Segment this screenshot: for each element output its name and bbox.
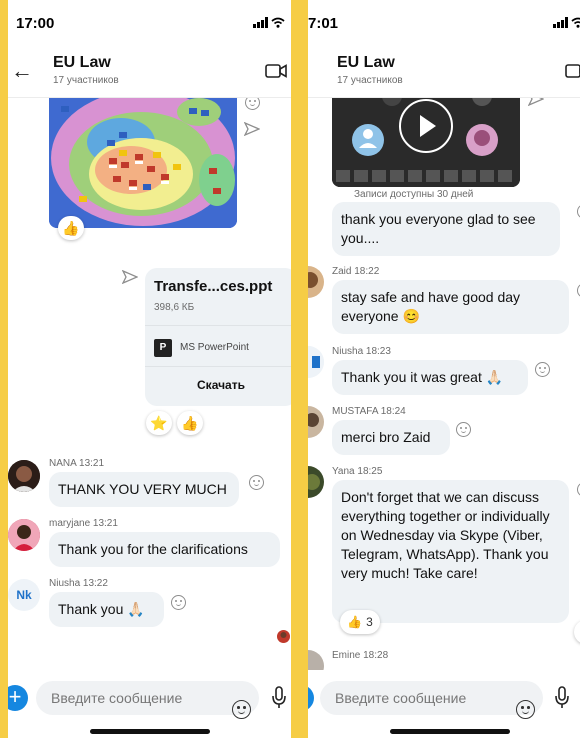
- sender-name: Zaid 18:22: [332, 266, 380, 277]
- divider: [145, 325, 291, 326]
- video-call-icon[interactable]: [565, 64, 580, 78]
- reaction-like[interactable]: 👍: [58, 216, 84, 240]
- message-bubble[interactable]: Thank you 🙏🏻: [49, 592, 164, 627]
- message-bubble[interactable]: Don't forget that we can discuss everyth…: [332, 480, 569, 623]
- avatar[interactable]: [8, 460, 40, 492]
- message-input[interactable]: Введите сообщение: [36, 681, 259, 719]
- signal-icon: [553, 17, 568, 28]
- chat-title[interactable]: EU Law: [53, 54, 111, 72]
- plus-icon[interactable]: +: [308, 685, 314, 711]
- reaction-like[interactable]: 👍: [177, 411, 203, 435]
- message-input[interactable]: Введите сообщение: [320, 681, 543, 719]
- status-bar: 17:00: [8, 0, 291, 44]
- message-list[interactable]: Записи доступны 30 дней thank you everyo…: [308, 98, 580, 670]
- add-reaction-icon[interactable]: [171, 595, 186, 610]
- chat-header: EU Law 17 участников: [308, 44, 580, 98]
- avatar[interactable]: Nk: [8, 579, 40, 611]
- sender-name: Niusha 18:23: [332, 346, 391, 357]
- chat-title[interactable]: EU Law: [337, 54, 395, 72]
- file-attachment[interactable]: Transfe...ces.ppt 398,6 КБ P MS PowerPoi…: [145, 268, 291, 406]
- wifi-icon: [571, 17, 580, 28]
- home-indicator: [389, 729, 510, 734]
- avatar[interactable]: [308, 266, 324, 298]
- reaction-star[interactable]: ⭐: [146, 411, 172, 435]
- avatar[interactable]: [308, 650, 324, 670]
- participants-count[interactable]: 17 участников: [53, 75, 119, 86]
- avatar[interactable]: [308, 406, 324, 438]
- message-bubble[interactable]: merci bro Zaid: [332, 420, 450, 455]
- add-reaction-icon[interactable]: [245, 98, 260, 110]
- message-list[interactable]: 👍 Transfe...ces.ppt 398,6 КБ P MS PowerP…: [8, 98, 291, 670]
- sender-name: Niusha 13:22: [49, 578, 108, 589]
- download-button[interactable]: Скачать: [145, 378, 291, 392]
- divider: [145, 366, 291, 367]
- avatar[interactable]: [308, 466, 324, 498]
- home-indicator: [89, 729, 210, 734]
- message-input-placeholder: Введите сообщение: [51, 690, 183, 706]
- status-bar: 7:01: [308, 0, 580, 44]
- video-thumbnail: [332, 98, 520, 187]
- add-reaction-icon[interactable]: [249, 475, 264, 490]
- left-screen: 17:00 ← EU Law 17 участников 👍 Transfe..…: [8, 0, 291, 738]
- avatar-photo: [8, 460, 40, 492]
- microphone-icon[interactable]: [271, 686, 287, 710]
- forward-icon[interactable]: [244, 122, 260, 136]
- call-recording-video[interactable]: [332, 98, 520, 187]
- add-reaction-icon[interactable]: [456, 422, 471, 437]
- recording-caption: Записи доступны 30 дней: [354, 189, 474, 200]
- message-bubble[interactable]: thank you everyone glad to see you....: [332, 202, 560, 256]
- back-arrow-icon[interactable]: ←: [11, 58, 33, 84]
- message-bubble[interactable]: Thank you it was great 🙏🏻: [332, 360, 528, 395]
- add-reaction-icon[interactable]: [535, 362, 550, 377]
- status-time: 7:01: [308, 15, 339, 32]
- chat-header: ← EU Law 17 участников: [8, 44, 291, 98]
- reaction-like-emoji: 👍: [347, 615, 363, 629]
- forward-icon[interactable]: [528, 98, 544, 106]
- status-time: 17:00: [16, 15, 55, 32]
- sender-name: NANA 13:21: [49, 458, 105, 469]
- venn-diagram-image: [49, 98, 237, 228]
- file-app-label: MS PowerPoint: [180, 342, 249, 353]
- avatar-photo: [308, 650, 324, 670]
- sender-name: Emine 18:28: [332, 650, 389, 661]
- sender-name: MUSTAFA 18:24: [332, 406, 406, 417]
- signal-icon: [253, 17, 268, 28]
- reaction-count[interactable]: 👍 3: [340, 610, 380, 634]
- composer: + Введите сообщение: [308, 670, 580, 738]
- message-bubble[interactable]: THANK YOU VERY MUCH: [49, 472, 239, 507]
- avatar-photo: [308, 266, 324, 298]
- read-receipt-avatar: [277, 630, 290, 643]
- avatar[interactable]: [8, 519, 40, 551]
- file-size: 398,6 КБ: [154, 302, 195, 313]
- message-bubble[interactable]: stay safe and have good day everyone 😊: [332, 280, 569, 334]
- smiley-icon[interactable]: [516, 700, 535, 719]
- smiley-icon[interactable]: [232, 700, 251, 719]
- forward-icon[interactable]: [122, 270, 138, 284]
- message-input-placeholder: Введите сообщение: [335, 690, 467, 706]
- sender-name: maryjane 13:21: [49, 518, 118, 529]
- avatar-photo: [8, 519, 40, 551]
- reaction-count-number: 3: [366, 615, 373, 629]
- wifi-icon: [271, 17, 285, 28]
- powerpoint-icon: P: [154, 339, 172, 357]
- composer: + Введите сообщение: [8, 670, 291, 738]
- video-call-icon[interactable]: [265, 64, 287, 78]
- status-icons: [253, 17, 285, 28]
- participants-count[interactable]: 17 участников: [337, 75, 403, 86]
- scroll-button[interactable]: [574, 620, 580, 644]
- message-bubble[interactable]: Thank you for the clarifications: [49, 532, 280, 567]
- shared-image[interactable]: [49, 98, 237, 228]
- right-screen: 7:01 EU Law 17 участников Записи доступн…: [308, 0, 580, 738]
- avatar-photo: [308, 346, 324, 378]
- microphone-icon[interactable]: [554, 686, 570, 710]
- avatar[interactable]: [308, 346, 324, 378]
- sender-name: Yana 18:25: [332, 466, 383, 477]
- plus-icon[interactable]: +: [8, 685, 28, 711]
- avatar-photo: [308, 406, 324, 438]
- avatar-photo: [308, 466, 324, 498]
- file-name[interactable]: Transfe...ces.ppt: [154, 278, 272, 295]
- status-icons: [553, 17, 580, 28]
